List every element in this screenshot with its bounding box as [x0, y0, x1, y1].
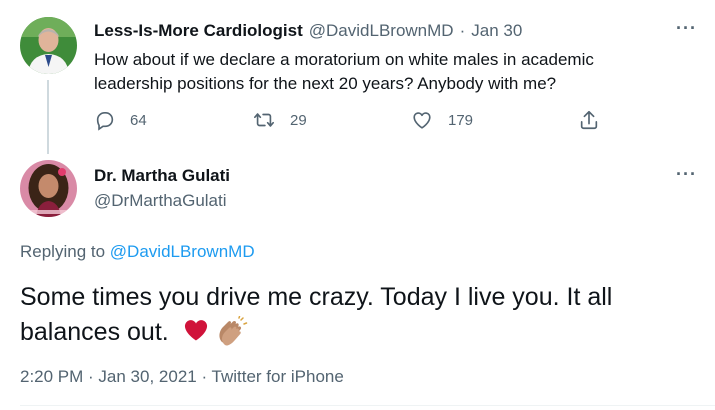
parent-header: Less-Is-More Cardiologist @DavidLBrownMD… — [94, 21, 522, 41]
main-handle[interactable]: @DrMarthaGulati — [94, 191, 227, 211]
replying-to: Replying to @DavidLBrownMD — [20, 242, 255, 262]
parent-date[interactable]: Jan 30 — [471, 21, 522, 41]
reply-button[interactable]: 64 — [94, 109, 147, 131]
avatar-parent[interactable] — [20, 17, 77, 74]
main-more-icon[interactable]: ··· — [676, 164, 697, 185]
reply-count: 64 — [130, 111, 147, 129]
parent-more-icon[interactable]: ··· — [676, 18, 697, 39]
parent-tweet-text: How about if we declare a moratorium on … — [94, 50, 594, 93]
thread-line — [47, 80, 49, 154]
replying-label: Replying to — [20, 242, 106, 261]
share-icon — [578, 108, 600, 132]
tweet-emoji — [182, 316, 248, 350]
clapping-hands-emoji-icon — [219, 316, 247, 346]
retweet-icon — [252, 109, 276, 131]
parent-display-name[interactable]: Less-Is-More Cardiologist — [94, 21, 303, 41]
parent-separator: · — [459, 21, 466, 40]
like-icon — [410, 109, 434, 131]
heart-emoji-icon — [184, 320, 207, 341]
divider — [20, 405, 715, 406]
main-tweet-body: Some times you drive me crazy. Today I l… — [20, 283, 613, 346]
avatar-main[interactable] — [20, 160, 77, 217]
retweet-button[interactable]: 29 — [252, 109, 307, 131]
like-button[interactable]: 179 — [410, 109, 473, 131]
share-button[interactable] — [578, 108, 600, 132]
parent-handle[interactable]: @DavidLBrownMD — [309, 21, 454, 41]
main-tweet-text: Some times you drive me crazy. Today I l… — [20, 280, 700, 350]
retweet-count: 29 — [290, 111, 307, 129]
like-count: 179 — [448, 111, 474, 129]
main-display-name[interactable]: Dr. Martha Gulati — [94, 166, 230, 186]
reply-icon — [94, 109, 116, 131]
replying-handle-link[interactable]: @DavidLBrownMD — [110, 242, 255, 261]
tweet-timestamp[interactable]: 2:20 PM · Jan 30, 2021 · Twitter for iPh… — [20, 367, 344, 387]
